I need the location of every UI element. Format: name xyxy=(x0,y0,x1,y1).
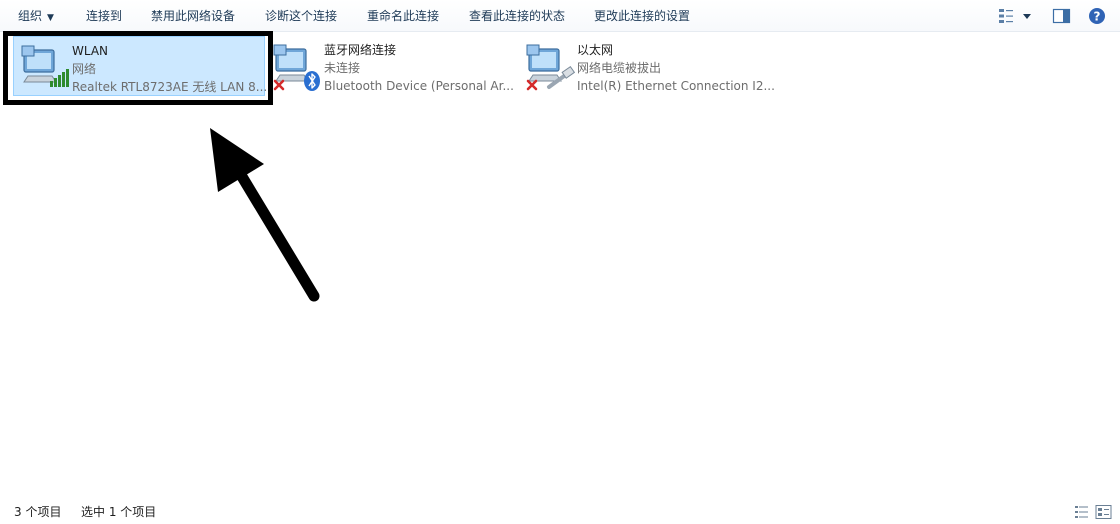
help-button[interactable]: ? xyxy=(1087,7,1107,25)
connection-device: Bluetooth Device (Personal Ar... xyxy=(324,79,514,93)
preview-pane-button[interactable] xyxy=(1052,7,1072,25)
connection-device: Intel(R) Ethernet Connection I2... xyxy=(577,79,775,93)
connection-status: 未连接 xyxy=(324,61,361,75)
diagnose-button[interactable]: 诊断这个连接 xyxy=(265,0,337,32)
change-settings-button[interactable]: 更改此连接的设置 xyxy=(594,0,690,32)
rename-button[interactable]: 重命名此连接 xyxy=(367,0,439,32)
command-bar: 组织 ▼ 连接到 禁用此网络设备 诊断这个连接 重命名此连接 查看此连接的状态 更… xyxy=(0,0,1120,32)
selected-count: 选中 1 个项目 xyxy=(81,505,157,519)
disable-device-button[interactable]: 禁用此网络设备 xyxy=(151,0,235,32)
svg-text:?: ? xyxy=(1094,10,1101,24)
organize-button[interactable]: 组织 ▼ xyxy=(18,0,54,32)
connection-name: 以太网 xyxy=(577,43,614,57)
connection-ethernet[interactable]: 以太网 网络电缆被拔出 Intel(R) Ethernet Connection… xyxy=(519,36,779,96)
connection-bluetooth[interactable]: 蓝牙网络连接 未连接 Bluetooth Device (Personal Ar… xyxy=(266,36,516,96)
annotation-highlight-box xyxy=(3,31,273,105)
bluetooth-adapter-icon xyxy=(273,44,320,91)
organize-label: 组织 xyxy=(18,9,43,23)
connection-status: 网络电缆被拔出 xyxy=(577,61,662,75)
details-view-icon[interactable] xyxy=(1075,506,1088,518)
view-options-button[interactable] xyxy=(997,7,1037,25)
connect-to-button[interactable]: 连接到 xyxy=(86,0,122,32)
tiles-view-icon[interactable] xyxy=(1095,505,1112,519)
annotation-arrow-icon xyxy=(210,128,320,302)
item-count: 3 个项目 xyxy=(14,505,62,519)
chevron-down-icon: ▼ xyxy=(47,13,54,23)
view-toggle[interactable] xyxy=(1074,504,1114,520)
connection-name: 蓝牙网络连接 xyxy=(324,43,397,57)
view-status-button[interactable]: 查看此连接的状态 xyxy=(469,0,565,32)
help-icon: ? xyxy=(1089,8,1105,24)
status-bar: 3 个项目 选中 1 个项目 xyxy=(0,500,1120,524)
details-view-icon xyxy=(999,9,1031,23)
ethernet-adapter-icon xyxy=(526,44,575,91)
preview-pane-icon xyxy=(1052,8,1071,24)
